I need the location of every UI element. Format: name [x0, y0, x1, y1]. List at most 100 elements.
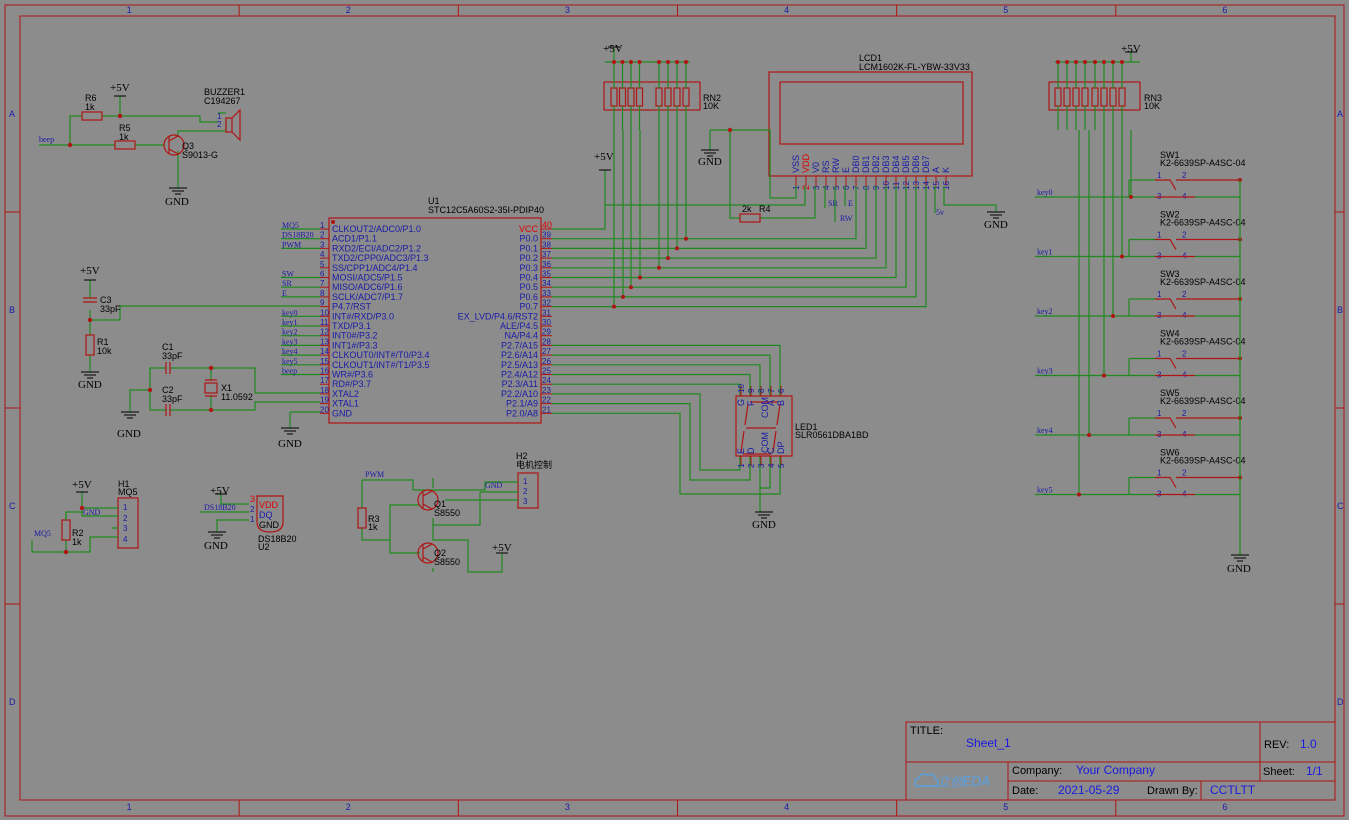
svg-text:S9013-G: S9013-G: [182, 150, 218, 160]
mcu-pin-function: P0.0: [519, 234, 538, 244]
frame-col-bottom: 5: [1003, 802, 1008, 812]
lcd-pin-name: DB2: [871, 155, 881, 173]
mcu-pin-number: 9: [320, 299, 325, 308]
mcu-net-label: SR: [282, 279, 292, 288]
switch-pin: 1: [1157, 231, 1162, 240]
svg-text:10K: 10K: [703, 101, 719, 111]
mcu-pin-number: 12: [320, 328, 329, 337]
lcd-pin-name: DB4: [891, 155, 901, 173]
led-pin-number: 10: [737, 384, 746, 393]
network-resistor: [1054, 87, 1062, 107]
mcu-pin-function: P2.0/A8: [506, 408, 538, 418]
led-pin-signal: F: [746, 400, 756, 406]
mcu-pin-number: 30: [542, 318, 551, 327]
title-block: TITLE: Sheet_1 REV: 1.0 Company: Your Co…: [905, 721, 1336, 801]
rn2-resistor-network: +5V RN2 10K: [603, 43, 721, 130]
mcu-pin-number: 39: [542, 231, 551, 240]
mcu-pin-number: 23: [542, 386, 551, 395]
svg-text:10k: 10k: [97, 346, 112, 356]
mcu-pin-number: 15: [320, 357, 329, 366]
mcu-pin-number: 2: [320, 231, 325, 240]
frame-col-bottom: 2: [346, 802, 351, 812]
mcu-pin-number: 20: [320, 405, 329, 414]
mcu-pin-number: 1: [320, 221, 325, 230]
lcd-pin-name: A: [931, 167, 941, 173]
frame-col-top: 5: [1003, 5, 1008, 15]
buzzer-symbol: [225, 108, 241, 142]
mcu-pin-function: P0.3: [519, 263, 538, 273]
mcu-pin-number: 26: [542, 357, 551, 366]
svg-text:2: 2: [123, 514, 128, 523]
svg-text:2: 2: [250, 505, 255, 514]
svg-text:Sheet_1: Sheet_1: [966, 736, 1011, 750]
switch-part: K2-6639SP-A4SC-04: [1160, 277, 1246, 287]
network-resistor: [1063, 87, 1071, 107]
mcu-pin-number: 5: [320, 260, 325, 269]
lcd-pin-name: VDD: [801, 153, 811, 173]
switch-pin: 1: [1157, 469, 1162, 478]
svg-text:3: 3: [123, 524, 128, 533]
switch-pin: 2: [1182, 350, 1187, 359]
mcu-pin-number: 18: [320, 386, 329, 395]
led-pin-number: 4: [767, 463, 776, 468]
switch-net-label: key0: [1037, 188, 1053, 197]
mcu-pin-number: 17: [320, 376, 329, 385]
svg-text:GND: GND: [485, 481, 503, 490]
svg-text:1/1: 1/1: [1306, 764, 1323, 778]
led-pin-signal: A: [766, 400, 776, 406]
switch-pin: 2: [1182, 231, 1187, 240]
mcu-pin-function: P0.1: [519, 243, 538, 253]
r3-resistor: [357, 507, 367, 529]
frame-col-top: 3: [565, 5, 570, 15]
svg-text:2021-05-29: 2021-05-29: [1058, 783, 1120, 797]
led-pin-signal: C: [766, 447, 776, 454]
svg-text:GND: GND: [698, 156, 722, 168]
network-resistor: [673, 87, 681, 107]
svg-text:REV:: REV:: [1264, 739, 1289, 751]
lcd-pin-name: VSS: [791, 155, 801, 173]
mcu-pin-function: P0.7: [519, 302, 538, 312]
svg-text:Sheet:: Sheet:: [1263, 766, 1295, 778]
r4-resistor: [739, 213, 761, 223]
network-resistor: [610, 87, 618, 107]
mcu-pin-function: RXD2/ECI/ADC2/P1.2: [332, 243, 421, 253]
lcd-pin-name: V0: [811, 162, 821, 173]
svg-text:GND: GND: [204, 540, 228, 552]
svg-text:GND: GND: [752, 519, 776, 531]
svg-text:1k: 1k: [368, 522, 378, 532]
lcd-pin-number: 5: [832, 185, 841, 190]
svg-text:2k: 2k: [742, 204, 752, 214]
mcu-pin-function: XTAL1: [332, 399, 359, 409]
svg-text:4: 4: [123, 535, 128, 544]
switch-net-label: key5: [1037, 486, 1053, 495]
led-pin-number: 8: [757, 388, 766, 393]
mcu-pin-function: INT#/RXD/P3.0: [332, 311, 394, 321]
svg-text:+5V: +5V: [72, 479, 92, 491]
svg-text:PWM: PWM: [365, 470, 384, 479]
svg-text:+5V: +5V: [1121, 43, 1141, 55]
buzzer-gnd-label: GND: [165, 196, 189, 208]
svg-text:1.0: 1.0: [1300, 737, 1317, 751]
svg-text:Drawn By:: Drawn By:: [1147, 785, 1198, 797]
svg-text:+5V: +5V: [210, 485, 230, 497]
svg-text:2: 2: [217, 120, 222, 129]
svg-text:RW: RW: [840, 214, 853, 223]
mcu-pin-number: 37: [542, 250, 551, 259]
svg-text:GND: GND: [78, 379, 102, 391]
ds18b20-sensor-u2: +5V GND DS18B20 VDD DQ GND 3 2 1 DS18B20…: [200, 485, 297, 552]
frame-col-bottom: 4: [784, 802, 789, 812]
mcu-pin-function: P2.7/A15: [501, 340, 538, 350]
mcu-pin-function: CLKOUT0/INT#/T0/P3.4: [332, 350, 430, 360]
c2-capacitor: [165, 404, 171, 416]
mcu-pin-number: 31: [542, 308, 551, 317]
svg-text:1k: 1k: [119, 132, 129, 142]
svg-text:CCTLTT: CCTLTT: [1210, 783, 1256, 797]
r2-resistor: [61, 519, 71, 541]
mcu-pin-number: 13: [320, 337, 329, 346]
lcd-pin-name: DB3: [881, 155, 891, 173]
mcu-pin-function: VCC: [519, 224, 539, 234]
switch-pin: 1: [1157, 409, 1162, 418]
mcu-pin-function: ACD1/P1.1: [332, 234, 377, 244]
frame-row-left: C: [9, 501, 16, 511]
svg-text:Date:: Date:: [1012, 785, 1038, 797]
